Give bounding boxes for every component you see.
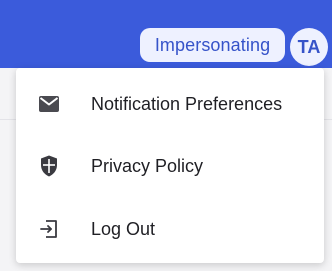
menu-item-privacy-policy[interactable]: Privacy Policy: [16, 140, 324, 192]
menu-item-notification-preferences[interactable]: Notification Preferences: [16, 78, 324, 130]
user-dropdown-menu: Notification Preferences Privacy Policy …: [16, 68, 324, 263]
menu-item-label: Notification Preferences: [91, 93, 283, 114]
logout-icon: [38, 218, 60, 240]
shield-icon: [38, 155, 60, 177]
menu-item-log-out[interactable]: Log Out: [16, 203, 324, 255]
menu-item-label: Log Out: [91, 218, 156, 239]
menu-item-label: Privacy Policy: [91, 155, 204, 176]
top-header-bar: Impersonating TA: [0, 0, 332, 68]
impersonating-badge[interactable]: Impersonating: [140, 28, 285, 62]
user-avatar[interactable]: TA: [290, 28, 328, 66]
envelope-icon: [38, 93, 60, 115]
